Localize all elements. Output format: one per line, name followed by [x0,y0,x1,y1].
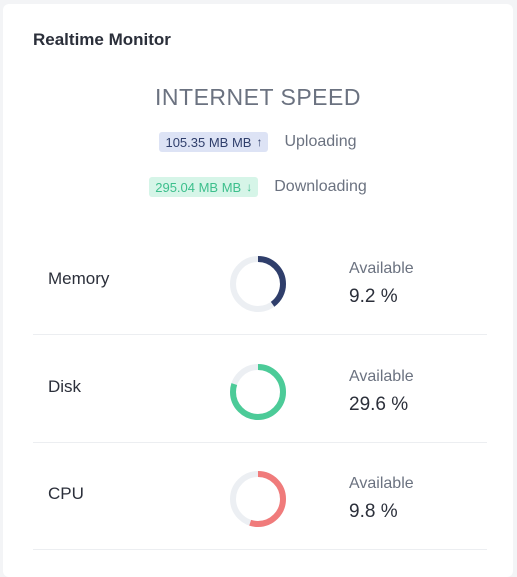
arrow-down-icon: ↓ [246,180,253,194]
download-row: 295.04 MB MB ↓ Downloading [3,177,513,197]
stat-name: Disk [48,377,82,396]
stat-row-memory: Memory Available 9.2 % [33,228,487,335]
download-value: 295.04 MB MB [155,179,242,195]
available-label: Available [349,368,414,385]
download-label: Downloading [274,178,367,195]
arrow-up-icon: ↑ [256,135,263,149]
available-value: 29.6 % [349,394,409,415]
available-label: Available [349,475,414,492]
internet-speed-title: INTERNET SPEED [155,84,361,110]
stat-row-disk: Disk Available 29.6 % [33,336,487,443]
card-title: Realtime Monitor [33,30,171,49]
available-value: 9.2 % [349,286,398,307]
upload-label: Uploading [284,133,357,150]
realtime-monitor-card: Realtime Monitor INTERNET SPEED 105.35 M… [3,4,513,577]
cpu-ring-chart [230,471,286,527]
upload-value: 105.35 MB MB [165,134,252,150]
upload-row: 105.35 MB MB ↑ Uploading [3,132,513,152]
upload-badge: 105.35 MB MB ↑ [159,132,269,152]
stat-row-cpu: CPU Available 9.8 % [33,443,487,550]
available-label: Available [349,260,414,277]
disk-ring-chart [230,364,286,420]
memory-ring-chart [230,256,286,312]
available-value: 9.8 % [349,501,398,522]
stat-name: CPU [48,484,84,503]
stat-name: Memory [48,269,110,288]
download-badge: 295.04 MB MB ↓ [149,177,259,197]
